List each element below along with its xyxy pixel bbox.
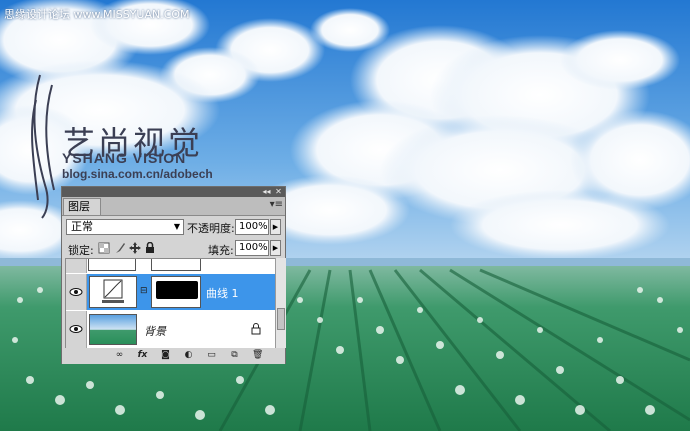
visibility-toggle[interactable] — [66, 274, 87, 310]
panel-bottom-toolbar: ∞ fx ◙ ◐ ▭ ⧉ 🗑 — [62, 348, 285, 364]
layer-row-curves[interactable]: ⊟ 曲线 1 — [66, 274, 276, 310]
layer-row-background[interactable]: 背景 — [66, 311, 276, 348]
layers-list: ⊟ 曲线 1 背景 — [65, 258, 277, 350]
panel-menu-icon[interactable]: ▾≡ — [270, 199, 283, 210]
close-icon[interactable]: ✕ — [274, 187, 283, 196]
panel-tab-row: 图层 ▾≡ — [62, 197, 285, 216]
lock-label: 锁定: — [68, 244, 94, 257]
trash-icon[interactable]: 🗑 — [252, 350, 263, 361]
lock-brush-icon[interactable] — [114, 242, 126, 254]
collapse-icon[interactable]: ◂◂ — [262, 187, 271, 196]
fx-icon[interactable]: fx — [137, 350, 148, 361]
top-watermark: 思缘设计论坛 www.MISSYUAN.COM — [4, 8, 190, 21]
opacity-slider-arrow-icon[interactable]: ▶ — [270, 219, 281, 235]
opacity-input[interactable]: 100% — [235, 219, 269, 235]
eye-icon — [69, 325, 83, 333]
layer-row-partial[interactable] — [66, 259, 276, 273]
fill-slider-arrow-icon[interactable]: ▶ — [270, 240, 281, 256]
opacity-label: 不透明度: — [187, 222, 235, 235]
lock-move-icon[interactable] — [129, 242, 141, 254]
tab-layers[interactable]: 图层 — [63, 198, 101, 215]
scrollbar-thumb[interactable] — [277, 308, 285, 330]
layers-panel: ◂◂ ✕ 图层 ▾≡ 正常 ▼ 不透明度: 100% ▶ 锁定: 填充: 100… — [61, 186, 286, 364]
layer-name: 背景 — [144, 325, 166, 338]
logo-url-text: blog.sina.com.cn/adobech — [62, 167, 213, 181]
logo-english-text: YSHANG VISION — [62, 150, 187, 166]
lock-all-icon[interactable] — [144, 242, 156, 254]
fill-label: 填充: — [208, 244, 234, 257]
layer-mask-thumbnail — [151, 259, 201, 271]
adjustment-icon[interactable]: ◐ — [183, 350, 194, 361]
chevron-down-icon: ▼ — [173, 222, 180, 231]
blend-mode-value: 正常 — [71, 220, 93, 233]
visibility-toggle[interactable] — [66, 259, 87, 273]
layers-scrollbar[interactable] — [275, 258, 286, 348]
new-layer-icon[interactable]: ⧉ — [229, 350, 240, 361]
lock-transparent-icon[interactable] — [98, 242, 110, 254]
visibility-toggle[interactable] — [66, 311, 87, 348]
background-thumbnail — [89, 314, 137, 345]
curves-adjustment-icon — [89, 276, 137, 308]
layer-thumbnail — [88, 259, 136, 271]
lock-icon — [251, 323, 261, 335]
fill-input[interactable]: 100% — [235, 240, 269, 256]
layer-name: 曲线 1 — [206, 287, 239, 300]
layer-mask-thumbnail — [151, 276, 201, 308]
mask-icon[interactable]: ◙ — [160, 350, 171, 361]
blend-mode-select[interactable]: 正常 ▼ — [66, 219, 184, 235]
link-icon[interactable]: ∞ — [114, 350, 125, 361]
eye-icon — [69, 288, 83, 296]
panel-titlebar[interactable]: ◂◂ ✕ — [62, 187, 285, 197]
link-icon: ⊟ — [140, 286, 148, 296]
group-icon[interactable]: ▭ — [206, 350, 217, 361]
